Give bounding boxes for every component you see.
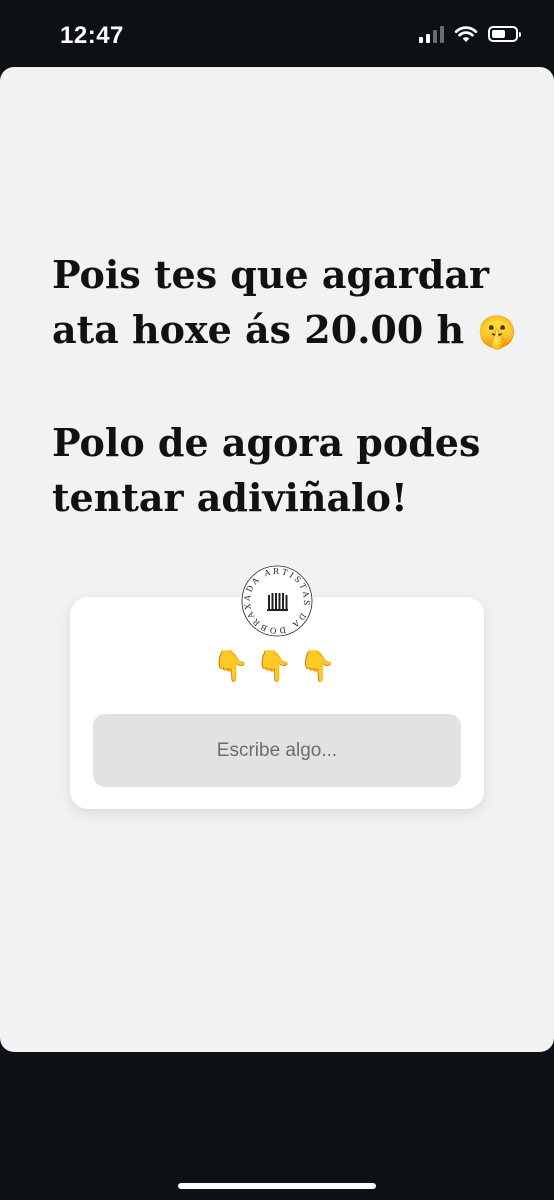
- story-headline: Pois tes que agardar ata hoxe ás 20.00 h…: [52, 247, 522, 525]
- home-indicator[interactable]: [178, 1183, 376, 1189]
- answer-input[interactable]: [93, 714, 461, 787]
- headline-line-2-text: ata hoxe ás 20.00 h: [52, 307, 465, 352]
- battery-icon: [488, 26, 521, 42]
- shushing-face-emoji: 🤫: [477, 313, 518, 351]
- battery-level: [492, 30, 506, 38]
- status-time: 12:47: [60, 22, 124, 49]
- status-icons: [419, 25, 521, 43]
- pointing-down-emojis: 👇👇👇: [211, 650, 343, 683]
- ada-logo: ADA ARTISTAS DA DOBRAXE: [237, 558, 313, 637]
- signal-icon: [419, 25, 444, 43]
- status-bar: 12:47: [0, 0, 554, 68]
- headline-line-2: ata hoxe ás 20.00 h 🤫: [52, 302, 522, 360]
- headline-line-1: Pois tes que agardar: [52, 252, 489, 297]
- headline-line-4: tentar adiviñalo!: [52, 475, 408, 520]
- story-card[interactable]: Pois tes que agardar ata hoxe ás 20.00 h…: [0, 67, 554, 1052]
- headline-line-3: Polo de agora podes: [52, 420, 481, 465]
- wifi-icon: [454, 26, 478, 42]
